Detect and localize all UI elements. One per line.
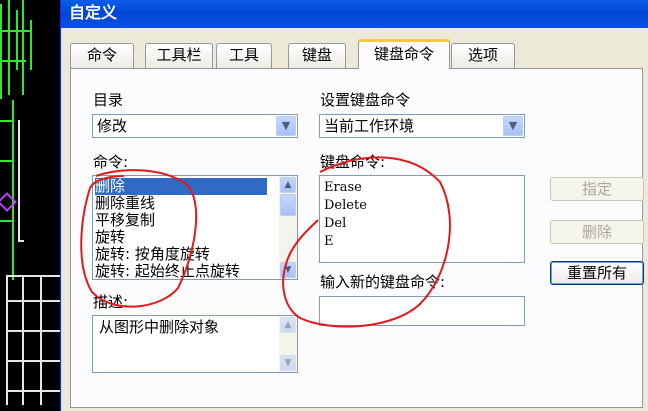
description-box: 从图形中删除对象 ▲ ▼ xyxy=(92,315,298,373)
set-keys-value: 当前工作环境 xyxy=(324,117,415,135)
description-text: 从图形中删除对象 xyxy=(99,318,220,336)
list-item[interactable]: 旋转 xyxy=(95,229,125,246)
delete-button[interactable]: 删除 xyxy=(550,220,644,244)
chevron-down-icon[interactable]: ▼ xyxy=(503,116,523,136)
tab-options[interactable]: 选项 xyxy=(451,43,515,68)
tab-page: 目录 修改 ▼ 命令: 删除 删除重线 平移复制 旋转 旋转: 按角度旋转 旋转… xyxy=(70,68,644,408)
keys-label: 键盘命令: xyxy=(320,153,386,171)
category-value: 修改 xyxy=(97,117,128,135)
category-select[interactable]: 修改 ▼ xyxy=(92,114,298,138)
new-key-input[interactable] xyxy=(319,296,525,326)
customize-dialog: 自定义 命令 工具栏 工具 键盘 键盘命令 选项 目录 修改 ▼ 命令: 删除 … xyxy=(60,0,648,411)
list-item[interactable]: 旋转: 起始终止点旋转 xyxy=(95,263,240,280)
cad-background xyxy=(0,0,66,411)
commands-label: 命令: xyxy=(93,153,129,171)
list-item[interactable]: 旋转: 按角度旋转 xyxy=(95,246,210,263)
title-bar: 自定义 xyxy=(61,0,648,28)
list-item[interactable]: 删除 xyxy=(95,178,267,195)
tab-toolbars[interactable]: 工具栏 xyxy=(145,43,213,68)
category-label: 目录 xyxy=(93,91,124,109)
tab-commands[interactable]: 命令 xyxy=(70,43,134,68)
list-item[interactable]: Del xyxy=(324,215,346,233)
list-item[interactable]: Delete xyxy=(324,197,367,215)
commands-list[interactable]: 删除 删除重线 平移复制 旋转 旋转: 按角度旋转 旋转: 起始终止点旋转 ▲ … xyxy=(92,175,298,280)
description-scrollbar: ▲ ▼ xyxy=(279,316,297,372)
list-item[interactable]: Erase xyxy=(324,179,362,197)
chevron-up-icon: ▲ xyxy=(280,317,296,333)
list-item[interactable]: E xyxy=(324,233,334,251)
chevron-down-icon[interactable]: ▼ xyxy=(276,116,296,136)
reset-all-button[interactable]: 重置所有 xyxy=(550,261,644,285)
list-item[interactable]: 平移复制 xyxy=(95,212,155,229)
chevron-up-icon[interactable]: ▲ xyxy=(280,177,296,193)
description-label: 描述: xyxy=(93,293,129,311)
assign-button[interactable]: 指定 xyxy=(550,177,644,201)
keys-list[interactable]: Erase Delete Del E xyxy=(319,175,525,263)
new-key-label: 输入新的键盘命令: xyxy=(320,273,446,291)
chevron-down-icon[interactable]: ▼ xyxy=(280,262,296,278)
set-keys-select[interactable]: 当前工作环境 ▼ xyxy=(319,114,525,138)
tab-keyboard-commands[interactable]: 键盘命令 xyxy=(358,39,450,69)
tab-keyboard[interactable]: 键盘 xyxy=(288,43,346,68)
list-item[interactable]: 删除重线 xyxy=(95,195,155,212)
chevron-down-icon: ▼ xyxy=(280,355,296,371)
commands-scrollbar[interactable]: ▲ ▼ xyxy=(279,176,297,279)
tab-tools[interactable]: 工具 xyxy=(216,43,272,68)
scroll-thumb[interactable] xyxy=(280,194,296,216)
window-title: 自定义 xyxy=(69,3,118,22)
set-keys-label: 设置键盘命令 xyxy=(320,91,411,109)
